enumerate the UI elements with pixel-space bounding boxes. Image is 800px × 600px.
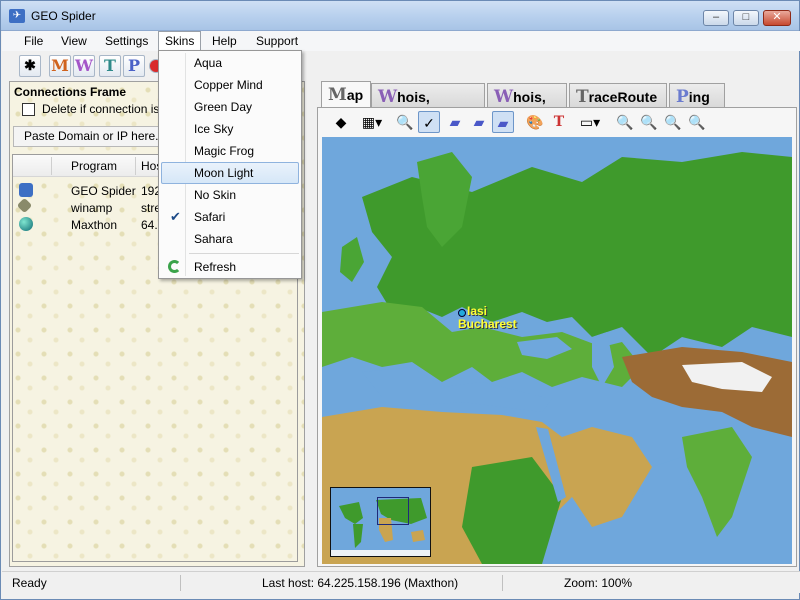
connections-title: Connections Frame bbox=[14, 85, 127, 99]
tab-traceroute-label: raceRoute bbox=[588, 89, 658, 105]
palette-icon[interactable]: 🎨 bbox=[524, 111, 546, 133]
ping-button[interactable]: P bbox=[123, 55, 145, 77]
whois-ip-button[interactable]: W bbox=[73, 55, 95, 77]
zoom-fit-icon[interactable]: 🔍 bbox=[662, 111, 684, 133]
skin-no-skin[interactable]: No Skin bbox=[161, 184, 299, 206]
column-separator[interactable] bbox=[51, 157, 52, 175]
menu-file[interactable]: File bbox=[18, 33, 49, 51]
tab-ping[interactable]: Ping bbox=[669, 83, 725, 107]
menu-settings[interactable]: Settings bbox=[99, 33, 154, 51]
layer-dropdown-icon[interactable]: ▦▾ bbox=[358, 111, 386, 133]
traceroute-button[interactable]: T bbox=[99, 55, 121, 77]
tab-map-label: ap bbox=[346, 87, 364, 103]
tab-whois-domain-cap: W bbox=[378, 87, 398, 107]
app-icon: ✈ bbox=[9, 9, 25, 23]
status-bar: Ready Last host: 64.225.158.196 (Maxthon… bbox=[2, 571, 800, 593]
minimap-viewport[interactable] bbox=[377, 497, 409, 525]
skin-safari-label: Safari bbox=[194, 210, 226, 224]
refresh-label: Refresh bbox=[194, 260, 237, 274]
menu-view[interactable]: View bbox=[55, 33, 93, 51]
city-label-bucharest: Bucharest bbox=[458, 317, 517, 331]
layer3-icon[interactable]: ▰ bbox=[492, 111, 514, 133]
status-last-host: Last host: 64.225.158.196 (Maxthon) bbox=[262, 576, 459, 590]
maximize-button[interactable]: □ bbox=[733, 10, 759, 26]
minimize-button[interactable]: – bbox=[703, 10, 729, 26]
row-program: Maxthon bbox=[71, 218, 118, 232]
tab-map-cap: M bbox=[328, 85, 347, 105]
maxthon-icon bbox=[19, 217, 33, 231]
spider-icon[interactable]: ✱ bbox=[19, 55, 41, 77]
city-label-iasi: Iasi bbox=[467, 304, 488, 318]
winamp-icon bbox=[16, 197, 33, 214]
menu-help[interactable]: Help bbox=[206, 33, 243, 51]
app-window: ✈ GEO Spider – □ ✕ File View Settings Sk… bbox=[0, 0, 800, 600]
zoom-in-icon[interactable]: 🔍 bbox=[614, 111, 636, 133]
window-title: GEO Spider bbox=[31, 9, 96, 23]
eraser-icon[interactable]: ◆ bbox=[330, 111, 352, 133]
refresh-menu-item[interactable]: Refresh bbox=[161, 256, 299, 278]
overview-minimap[interactable] bbox=[330, 487, 431, 557]
tab-whois-ip[interactable]: Whois, IP bbox=[487, 83, 567, 123]
title-bar: ✈ GEO Spider – □ ✕ bbox=[1, 1, 799, 31]
map-toolbar: ◆ ▦▾ 🔍 ✓ ▰ ▰ ▰ 🎨 T ▭▾ 🔍 🔍 🔍 🔍 bbox=[318, 108, 796, 136]
tab-ping-label: ing bbox=[688, 89, 710, 105]
layer2-icon[interactable]: ▰ bbox=[468, 111, 490, 133]
tab-traceroute[interactable]: TraceRoute bbox=[569, 83, 667, 107]
skin-moon-light[interactable]: Moon Light bbox=[161, 162, 299, 184]
skin-safari[interactable]: ✔ Safari bbox=[161, 206, 299, 228]
select-tool-icon[interactable]: ✓ bbox=[418, 111, 440, 133]
tab-strip: Map Whois, Domain Whois, IP TraceRoute P… bbox=[317, 81, 797, 123]
menu-skins[interactable]: Skins bbox=[158, 31, 202, 52]
zoom-out-icon[interactable]: 🔍 bbox=[638, 111, 660, 133]
tab-ping-cap: P bbox=[676, 87, 689, 107]
tab-whois-domain[interactable]: Whois, Domain bbox=[371, 83, 485, 123]
skin-ice-sky[interactable]: Ice Sky bbox=[161, 118, 299, 140]
close-button[interactable]: ✕ bbox=[763, 10, 791, 26]
globe-search-icon[interactable]: 🔍 bbox=[394, 111, 416, 133]
menu-separator bbox=[189, 253, 299, 254]
status-zoom: Zoom: 100% bbox=[564, 576, 633, 590]
column-separator[interactable] bbox=[135, 157, 136, 175]
layer1-icon[interactable]: ▰ bbox=[444, 111, 466, 133]
skin-copper-mind[interactable]: Copper Mind bbox=[161, 74, 299, 96]
city-marker-iasi[interactable] bbox=[458, 309, 466, 317]
tab-traceroute-cap: T bbox=[576, 87, 589, 107]
status-separator bbox=[180, 575, 181, 591]
whois-domain-button[interactable]: M bbox=[49, 55, 71, 77]
skin-sahara[interactable]: Sahara bbox=[161, 228, 299, 250]
tab-whois-ip-cap: W bbox=[494, 87, 514, 107]
menu-support[interactable]: Support bbox=[250, 33, 304, 51]
delete-connection-label: Delete if connection is in bbox=[42, 102, 173, 116]
status-separator bbox=[502, 575, 503, 591]
zoom-reset-icon[interactable]: 🔍 bbox=[686, 111, 708, 133]
tab-map[interactable]: Map bbox=[321, 81, 371, 108]
world-map[interactable]: Iasi Bucharest bbox=[322, 137, 792, 564]
geo-spider-icon bbox=[19, 183, 33, 197]
row-program: winamp bbox=[71, 201, 113, 215]
check-icon: ✔ bbox=[170, 209, 181, 224]
delete-connection-checkbox[interactable] bbox=[22, 103, 35, 116]
text-tool-icon[interactable]: T bbox=[548, 111, 570, 133]
map-panel: ◆ ▦▾ 🔍 ✓ ▰ ▰ ▰ 🎨 T ▭▾ 🔍 🔍 🔍 🔍 Iasi Bucha… bbox=[317, 107, 797, 567]
skins-dropdown: Aqua Copper Mind Green Day Ice Sky Magic… bbox=[158, 50, 302, 279]
column-program[interactable]: Program bbox=[71, 159, 117, 173]
refresh-icon bbox=[168, 260, 181, 273]
skin-aqua[interactable]: Aqua bbox=[161, 52, 299, 74]
row-program: GEO Spider bbox=[71, 184, 136, 198]
display-dropdown-icon[interactable]: ▭▾ bbox=[576, 111, 604, 133]
status-ready: Ready bbox=[12, 576, 47, 590]
skin-magic-frog[interactable]: Magic Frog bbox=[161, 140, 299, 162]
skin-green-day[interactable]: Green Day bbox=[161, 96, 299, 118]
menu-bar: File View Settings Skins Help Support bbox=[2, 31, 800, 52]
